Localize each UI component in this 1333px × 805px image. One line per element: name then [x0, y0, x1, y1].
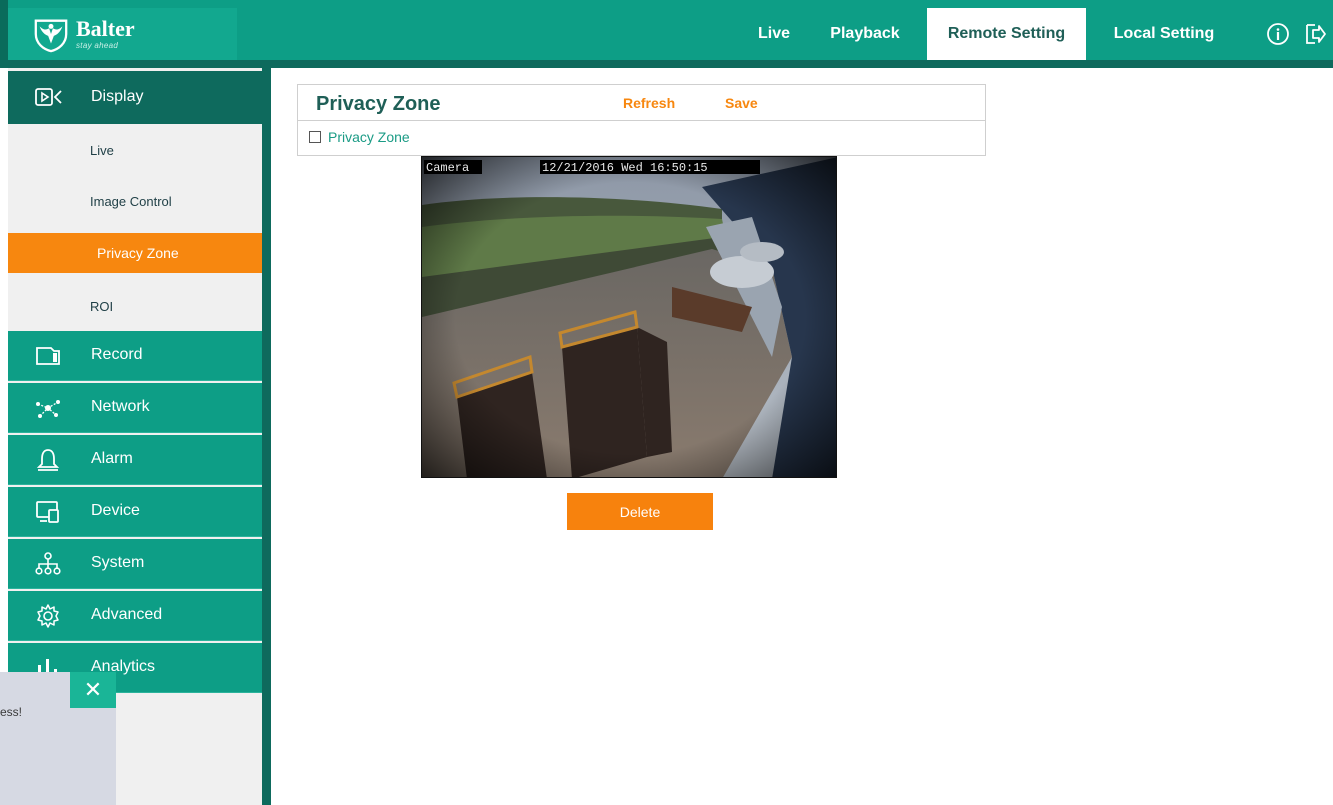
camera-preview[interactable]: Camera 12/21/2016 Wed 16:50:15 — [421, 156, 837, 478]
delete-button[interactable]: Delete — [567, 493, 713, 530]
alarm-bell-icon — [36, 449, 60, 471]
network-icon — [36, 400, 60, 418]
refresh-button[interactable]: Refresh — [623, 95, 675, 111]
save-button[interactable]: Save — [725, 95, 758, 111]
video-timestamp: 12/21/2016 Wed 16:50:15 — [542, 161, 708, 175]
sidebar-item-device[interactable]: Device — [8, 487, 262, 537]
header-edge-strip — [0, 0, 8, 68]
nav-local-setting[interactable]: Local Setting — [1088, 8, 1240, 60]
sidebar-item-label: Device — [91, 502, 140, 519]
logo: Balter stay ahead — [8, 8, 237, 60]
camera-scene-image: Camera 12/21/2016 Wed 16:50:15 — [422, 157, 836, 477]
sidebar-item-system[interactable]: System — [8, 539, 262, 589]
gear-icon — [37, 604, 59, 628]
device-icon — [36, 501, 59, 523]
logout-icon[interactable] — [1303, 22, 1327, 46]
toast-close-button[interactable]: ✕ — [70, 672, 116, 708]
sidebar-section-label: Display — [91, 88, 144, 105]
nav-live[interactable]: Live — [740, 8, 808, 60]
sidebar-item-network[interactable]: Network — [8, 383, 262, 433]
top-header: Balter stay ahead Live Playback Remote S… — [0, 0, 1333, 68]
logo-name: Balter — [76, 16, 135, 41]
sidebar-item-label: Network — [91, 398, 150, 415]
video-channel-label: Camera — [426, 161, 469, 175]
privacy-zone-checkbox-label[interactable]: Privacy Zone — [328, 129, 410, 145]
sidebar-item-alarm[interactable]: Alarm — [8, 435, 262, 485]
system-tree-icon — [35, 552, 61, 575]
panel-divider — [298, 120, 985, 121]
privacy-zone-panel: Privacy Zone Refresh Save Privacy Zone — [297, 84, 986, 156]
sidebar-item-label: Advanced — [91, 606, 163, 623]
privacy-zone-checkbox-row: Privacy Zone — [309, 129, 410, 145]
sidebar-divider — [262, 68, 271, 805]
page-title: Privacy Zone — [316, 93, 441, 115]
sidebar-subitem-privacy-zone[interactable]: Privacy Zone — [8, 233, 262, 273]
sidebar-subitem-live[interactable]: Live — [8, 130, 262, 170]
sidebar-item-label: Alarm — [91, 450, 133, 467]
nav-remote-setting[interactable]: Remote Setting — [927, 8, 1086, 60]
info-icon[interactable] — [1266, 22, 1290, 46]
sidebar-item-label: System — [91, 554, 145, 571]
nav-playback[interactable]: Playback — [813, 8, 917, 60]
header-bottom-bar — [0, 60, 1333, 68]
sidebar-item-advanced[interactable]: Advanced — [8, 591, 262, 641]
record-icon — [36, 347, 60, 365]
sidebar-item-record[interactable]: Record — [8, 331, 262, 381]
sidebar-subitem-image-control[interactable]: Image Control — [8, 181, 262, 221]
close-icon: ✕ — [83, 677, 103, 702]
logo-tagline: stay ahead — [76, 41, 119, 50]
display-icon — [35, 88, 62, 106]
sidebar-section-display[interactable]: Display — [8, 71, 262, 124]
sidebar-subitem-roi[interactable]: ROI — [8, 286, 262, 326]
toast-text: ess! — [0, 705, 23, 719]
privacy-zone-checkbox[interactable] — [309, 131, 321, 143]
sidebar-item-label: Record — [91, 346, 143, 363]
eagle-shield-icon — [34, 19, 68, 53]
